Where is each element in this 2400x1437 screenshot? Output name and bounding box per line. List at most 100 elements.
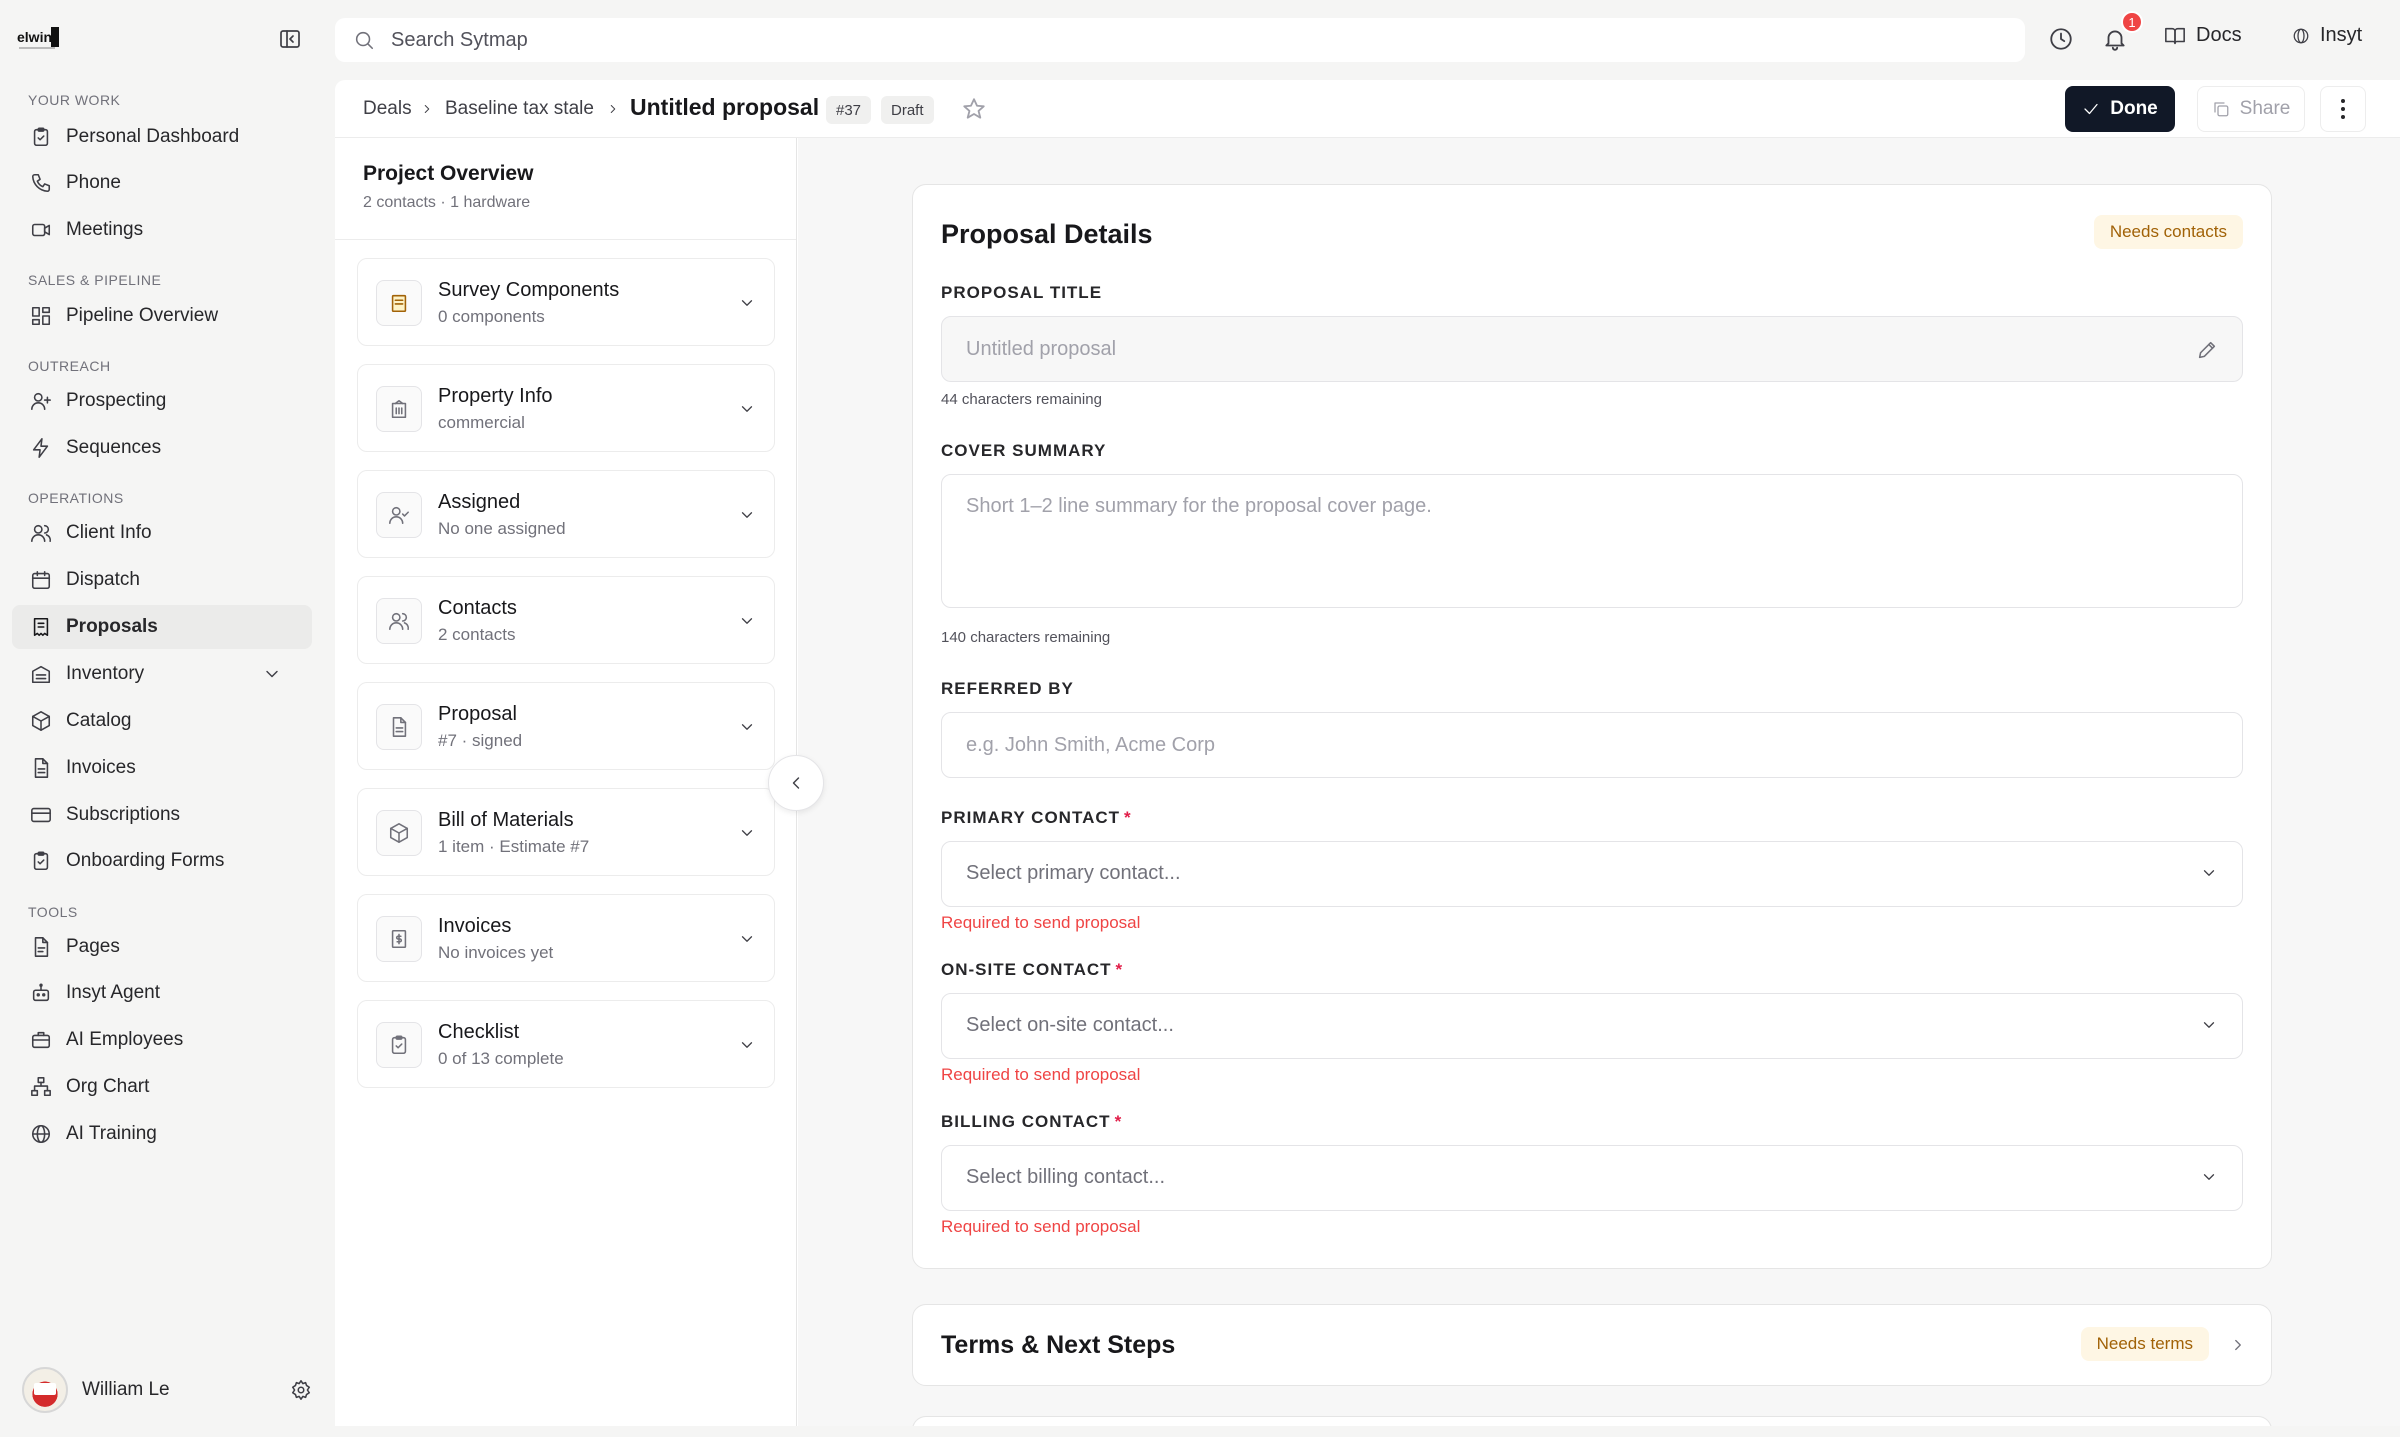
history-icon[interactable] <box>2048 26 2074 52</box>
users-icon <box>31 524 52 543</box>
accordion-checklist[interactable]: Checklist 0 of 13 complete <box>357 1000 775 1088</box>
chevron-down-icon <box>741 1042 753 1048</box>
survey-icon <box>391 294 407 313</box>
sidebar-item-insyt-agent[interactable]: Insyt Agent <box>12 971 312 1015</box>
sidebar-item-subscriptions[interactable]: Subscriptions <box>12 793 312 837</box>
package-icon <box>389 823 409 843</box>
sidebar-item-prospecting[interactable]: Prospecting <box>12 379 312 423</box>
chevron-down-icon <box>2203 1174 2215 1180</box>
chevron-down-icon <box>741 936 753 942</box>
accordion-title: Proposal <box>438 703 517 725</box>
sidebar-item-label: Proposals <box>66 616 158 637</box>
chevron-right-icon <box>2235 1339 2241 1351</box>
docs-link[interactable]: Docs <box>2164 24 2242 47</box>
primary-contact-select[interactable]: Select primary contact... <box>941 841 2243 907</box>
sidebar-item-label: Sequences <box>66 437 162 458</box>
accordion-proposal[interactable]: Proposal #7 · signed <box>357 682 775 770</box>
chevron-down-icon[interactable] <box>262 664 282 684</box>
billing-contact-label: BILLING CONTACT * <box>941 1112 1123 1131</box>
sidebar-item-invoices[interactable]: Invoices <box>12 746 312 790</box>
box-icon <box>31 711 51 731</box>
star-icon[interactable] <box>961 96 987 122</box>
proposal-title-input[interactable] <box>966 317 2186 381</box>
sidebar-item-label: Meetings <box>66 219 144 240</box>
accordion-survey-components[interactable]: Survey Components 0 components <box>357 258 775 346</box>
docs-label: Docs <box>2196 24 2242 46</box>
sidebar-item-phone[interactable]: Phone <box>12 161 312 205</box>
breadcrumb-deal[interactable]: Baseline tax stale <box>445 98 594 120</box>
cover-summary-field[interactable] <box>941 474 2243 608</box>
accordion-title: Property Info <box>438 385 553 407</box>
collapse-panel-button[interactable] <box>768 755 824 811</box>
chevron-down-icon <box>741 406 753 412</box>
search-input[interactable] <box>391 28 1891 52</box>
building-icon <box>391 399 407 419</box>
org-chart-icon <box>31 1077 51 1097</box>
accordion-subtitle: No invoices yet <box>438 943 554 962</box>
content-area: Proposal Details Needs contacts PROPOSAL… <box>798 138 2400 1426</box>
sidebar-item-dispatch[interactable]: Dispatch <box>12 558 312 602</box>
project-overview-panel: Project Overview 2 contacts · 1 hardware… <box>335 138 797 1426</box>
panel-header: Project Overview 2 contacts · 1 hardware <box>335 138 796 240</box>
sidebar-item-label: Client Info <box>66 522 152 543</box>
proposal-title-field[interactable] <box>941 316 2243 382</box>
accordion-assigned[interactable]: Assigned No one assigned <box>357 470 775 558</box>
accordion-subtitle: commercial <box>438 413 525 432</box>
sidebar-item-personal-dashboard[interactable]: Personal Dashboard <box>12 115 312 159</box>
page-title: Untitled proposal <box>630 94 820 120</box>
proposal-details-card: Proposal Details Needs contacts PROPOSAL… <box>912 184 2272 1269</box>
document-icon <box>392 717 407 737</box>
done-button[interactable]: Done <box>2065 86 2175 132</box>
cover-summary-input[interactable] <box>966 495 2186 585</box>
section-label-sales-pipeline: SALES & PIPELINE <box>28 272 162 288</box>
sidebar-item-label: Invoices <box>66 757 136 778</box>
cover-summary-label: COVER SUMMARY <box>941 441 1107 460</box>
globe-icon <box>31 1124 51 1144</box>
sidebar: elwin YOUR WORK Personal Dashboard Phone… <box>0 0 333 1437</box>
onsite-contact-select[interactable]: Select on-site contact... <box>941 993 2243 1059</box>
sidebar-item-label: AI Employees <box>66 1029 184 1050</box>
avatar[interactable] <box>22 1367 68 1413</box>
robot-icon <box>32 983 50 1002</box>
user-plus-icon <box>31 392 51 411</box>
sidebar-collapse-icon[interactable] <box>278 27 304 53</box>
breadcrumb-deals[interactable]: Deals <box>363 98 412 120</box>
accordion-bill-of-materials[interactable]: Bill of Materials 1 item · Estimate #7 <box>357 788 775 876</box>
app-logo[interactable]: elwin <box>17 25 61 55</box>
user-profile[interactable]: William Le <box>22 1367 312 1413</box>
receipt-icon <box>33 617 49 637</box>
pencil-icon[interactable] <box>2196 339 2218 361</box>
sidebar-item-pages[interactable]: Pages <box>12 925 312 969</box>
accordion-contacts[interactable]: Contacts 2 contacts <box>357 576 775 664</box>
more-options-button[interactable] <box>2320 86 2366 132</box>
status-tag: Needs contacts <box>2093 215 2243 249</box>
billing-contact-error: Required to send proposal <box>941 1217 1141 1236</box>
sidebar-item-onboarding-forms[interactable]: Onboarding Forms <box>12 839 312 883</box>
search-bar[interactable] <box>335 18 2025 62</box>
sidebar-item-proposals[interactable]: Proposals <box>12 605 312 649</box>
sidebar-item-inventory[interactable]: Inventory <box>12 652 312 696</box>
sidebar-item-sequences[interactable]: Sequences <box>12 426 312 470</box>
gear-icon[interactable] <box>290 1379 312 1401</box>
primary-contact-error: Required to send proposal <box>941 913 1141 932</box>
sidebar-item-client-info[interactable]: Client Info <box>12 511 312 555</box>
sidebar-item-ai-training[interactable]: AI Training <box>12 1112 312 1156</box>
card-icon <box>31 807 51 823</box>
accordion-invoices[interactable]: Invoices No invoices yet <box>357 894 775 982</box>
sidebar-item-label: Phone <box>66 172 121 193</box>
sidebar-item-label: Dispatch <box>66 569 140 590</box>
share-button[interactable]: Share <box>2197 86 2305 132</box>
sidebar-item-meetings[interactable]: Meetings <box>12 208 312 252</box>
sidebar-item-catalog[interactable]: Catalog <box>12 699 312 743</box>
referred-by-field[interactable] <box>941 712 2243 778</box>
sidebar-item-org-chart[interactable]: Org Chart <box>12 1065 312 1109</box>
sidebar-item-pipeline-overview[interactable]: Pipeline Overview <box>12 294 312 338</box>
lightning-icon <box>32 438 49 458</box>
page-header: Deals Baseline tax stale Untitled propos… <box>335 80 2400 138</box>
referred-by-input[interactable] <box>966 713 2186 777</box>
accordion-property-info[interactable]: Property Info commercial <box>357 364 775 452</box>
terms-next-steps-card[interactable]: Terms & Next Steps Needs terms <box>912 1304 2272 1386</box>
insyt-link[interactable]: Insyt <box>2292 24 2362 47</box>
billing-contact-select[interactable]: Select billing contact... <box>941 1145 2243 1211</box>
sidebar-item-ai-employees[interactable]: AI Employees <box>12 1018 312 1062</box>
